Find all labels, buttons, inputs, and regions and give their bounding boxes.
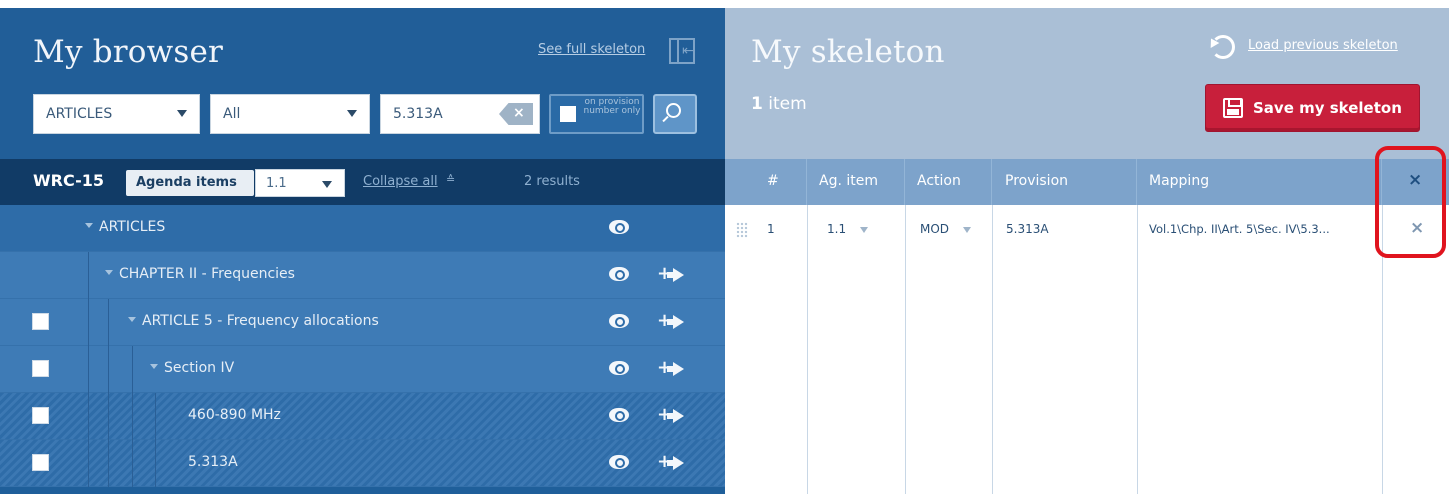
- tree-row[interactable]: CHAPTER II - Frequencies +: [0, 252, 725, 299]
- chevron-down-icon: [860, 226, 869, 233]
- results-count: 2 results: [524, 174, 580, 189]
- item-count: 1 item: [751, 94, 807, 114]
- search-input-value: 5.313A: [393, 106, 443, 122]
- panel-toggle-icon[interactable]: ⇤: [669, 38, 695, 64]
- tree-row[interactable]: 460-890 MHz +: [0, 393, 725, 440]
- tree-row-label: Section IV: [150, 360, 234, 376]
- chevron-down-icon: [177, 110, 187, 117]
- scope-select[interactable]: All: [210, 94, 370, 134]
- save-icon: [1223, 98, 1243, 118]
- see-full-skeleton-link[interactable]: See full skeleton: [538, 42, 645, 57]
- column-header-action[interactable]: Action: [905, 159, 992, 205]
- column-header-mapping[interactable]: Mapping: [1137, 159, 1382, 205]
- tree-row[interactable]: 5.313A +: [0, 440, 725, 487]
- load-previous-skeleton-link[interactable]: Load previous skeleton: [1248, 38, 1398, 53]
- type-select-value: ARTICLES: [46, 106, 113, 122]
- search-button[interactable]: [653, 94, 697, 134]
- tree-row[interactable]: Section IV +: [0, 346, 725, 393]
- type-select[interactable]: ARTICLES: [33, 94, 200, 134]
- row-checkbox[interactable]: [32, 360, 49, 377]
- column-header-provision[interactable]: Provision: [992, 159, 1137, 205]
- clear-search-button[interactable]: ×: [499, 103, 533, 125]
- eye-icon[interactable]: [609, 267, 629, 281]
- add-to-skeleton-icon[interactable]: +: [657, 453, 687, 473]
- expand-arrow-icon[interactable]: [85, 222, 93, 228]
- highlight-annotation: [1375, 146, 1446, 258]
- agenda-items-label: Agenda items: [136, 175, 237, 190]
- row-number: 1: [767, 222, 775, 236]
- add-to-skeleton-icon[interactable]: +: [657, 406, 687, 426]
- chevron-down-icon: [322, 181, 332, 188]
- row-checkbox[interactable]: [32, 407, 49, 424]
- reload-icon[interactable]: [1211, 35, 1235, 59]
- agenda-items-badge: Agenda items: [126, 170, 254, 196]
- browser-panel: My browser See full skeleton ⇤ ARTICLES …: [0, 8, 725, 494]
- browser-header: My browser See full skeleton ⇤ ARTICLES …: [0, 8, 725, 159]
- browser-title: My browser: [33, 34, 224, 70]
- row-checkbox[interactable]: [32, 454, 49, 471]
- tree-row-label: 5.313A: [188, 454, 238, 470]
- search-input[interactable]: 5.313A ×: [380, 94, 540, 134]
- chevron-down-icon: [963, 226, 972, 233]
- provision-cell: 5.313A: [1006, 222, 1049, 236]
- drag-handle-icon[interactable]: [736, 222, 748, 238]
- eye-icon[interactable]: [609, 408, 629, 422]
- conference-bar: WRC-15 Agenda items 1.1 Collapse all ≙ 2…: [0, 159, 725, 205]
- action-select[interactable]: MOD: [920, 222, 972, 236]
- eye-icon[interactable]: [609, 455, 629, 469]
- tree-row-label: ARTICLE 5 - Frequency allocations: [128, 313, 379, 329]
- row-checkbox[interactable]: [32, 313, 49, 330]
- close-icon: ×: [513, 105, 525, 121]
- tree-row-label: CHAPTER II - Frequencies: [105, 266, 295, 282]
- eye-icon[interactable]: [609, 314, 629, 328]
- provision-number-only-toggle[interactable]: on provision number only: [549, 94, 644, 134]
- expand-arrow-icon[interactable]: [105, 269, 113, 275]
- tree-row-label: ARTICLES: [85, 219, 165, 235]
- search-icon: [666, 103, 681, 118]
- conference-label: WRC-15: [33, 171, 104, 190]
- skeleton-title: My skeleton: [751, 34, 945, 70]
- column-header-number[interactable]: #: [725, 159, 807, 205]
- ag-item-select[interactable]: 1.1: [827, 222, 869, 236]
- tree-row[interactable]: ARTICLES: [0, 205, 725, 252]
- expand-arrow-icon[interactable]: [128, 316, 136, 322]
- save-skeleton-label: Save my skeleton: [1253, 99, 1402, 117]
- add-to-skeleton-icon[interactable]: +: [657, 265, 687, 285]
- save-skeleton-button[interactable]: Save my skeleton: [1205, 84, 1420, 132]
- skeleton-table-body: 1 1.1 MOD 5.313A Vol.1\Chp. II\Art. 5\Se…: [725, 205, 1449, 494]
- add-to-skeleton-icon[interactable]: +: [657, 312, 687, 332]
- eye-icon[interactable]: [609, 220, 629, 234]
- add-to-skeleton-icon[interactable]: +: [657, 359, 687, 379]
- agenda-item-select[interactable]: 1.1: [255, 169, 345, 197]
- tree-row[interactable]: ARTICLE 5 - Frequency allocations +: [0, 299, 725, 346]
- provision-only-checkbox[interactable]: [560, 106, 576, 122]
- skeleton-header: My skeleton Load previous skeleton 1 ite…: [725, 8, 1449, 159]
- mapping-cell: Vol.1\Chp. II\Art. 5\Sec. IV\5.3...: [1149, 222, 1330, 236]
- column-header-ag-item[interactable]: Ag. item: [807, 159, 905, 205]
- scope-select-value: All: [223, 106, 241, 122]
- eye-icon[interactable]: [609, 361, 629, 375]
- provision-only-label: on provision number only: [583, 97, 641, 116]
- skeleton-table-header: # Ag. item Action Provision Mapping ×: [725, 159, 1449, 205]
- agenda-item-value: 1.1: [266, 176, 287, 191]
- chevron-down-icon: [347, 110, 357, 117]
- collapse-all-link[interactable]: Collapse all: [363, 174, 438, 189]
- collapse-up-icon[interactable]: ≙: [446, 173, 455, 186]
- expand-arrow-icon[interactable]: [150, 363, 158, 369]
- tree-row-label: 460-890 MHz: [188, 407, 281, 423]
